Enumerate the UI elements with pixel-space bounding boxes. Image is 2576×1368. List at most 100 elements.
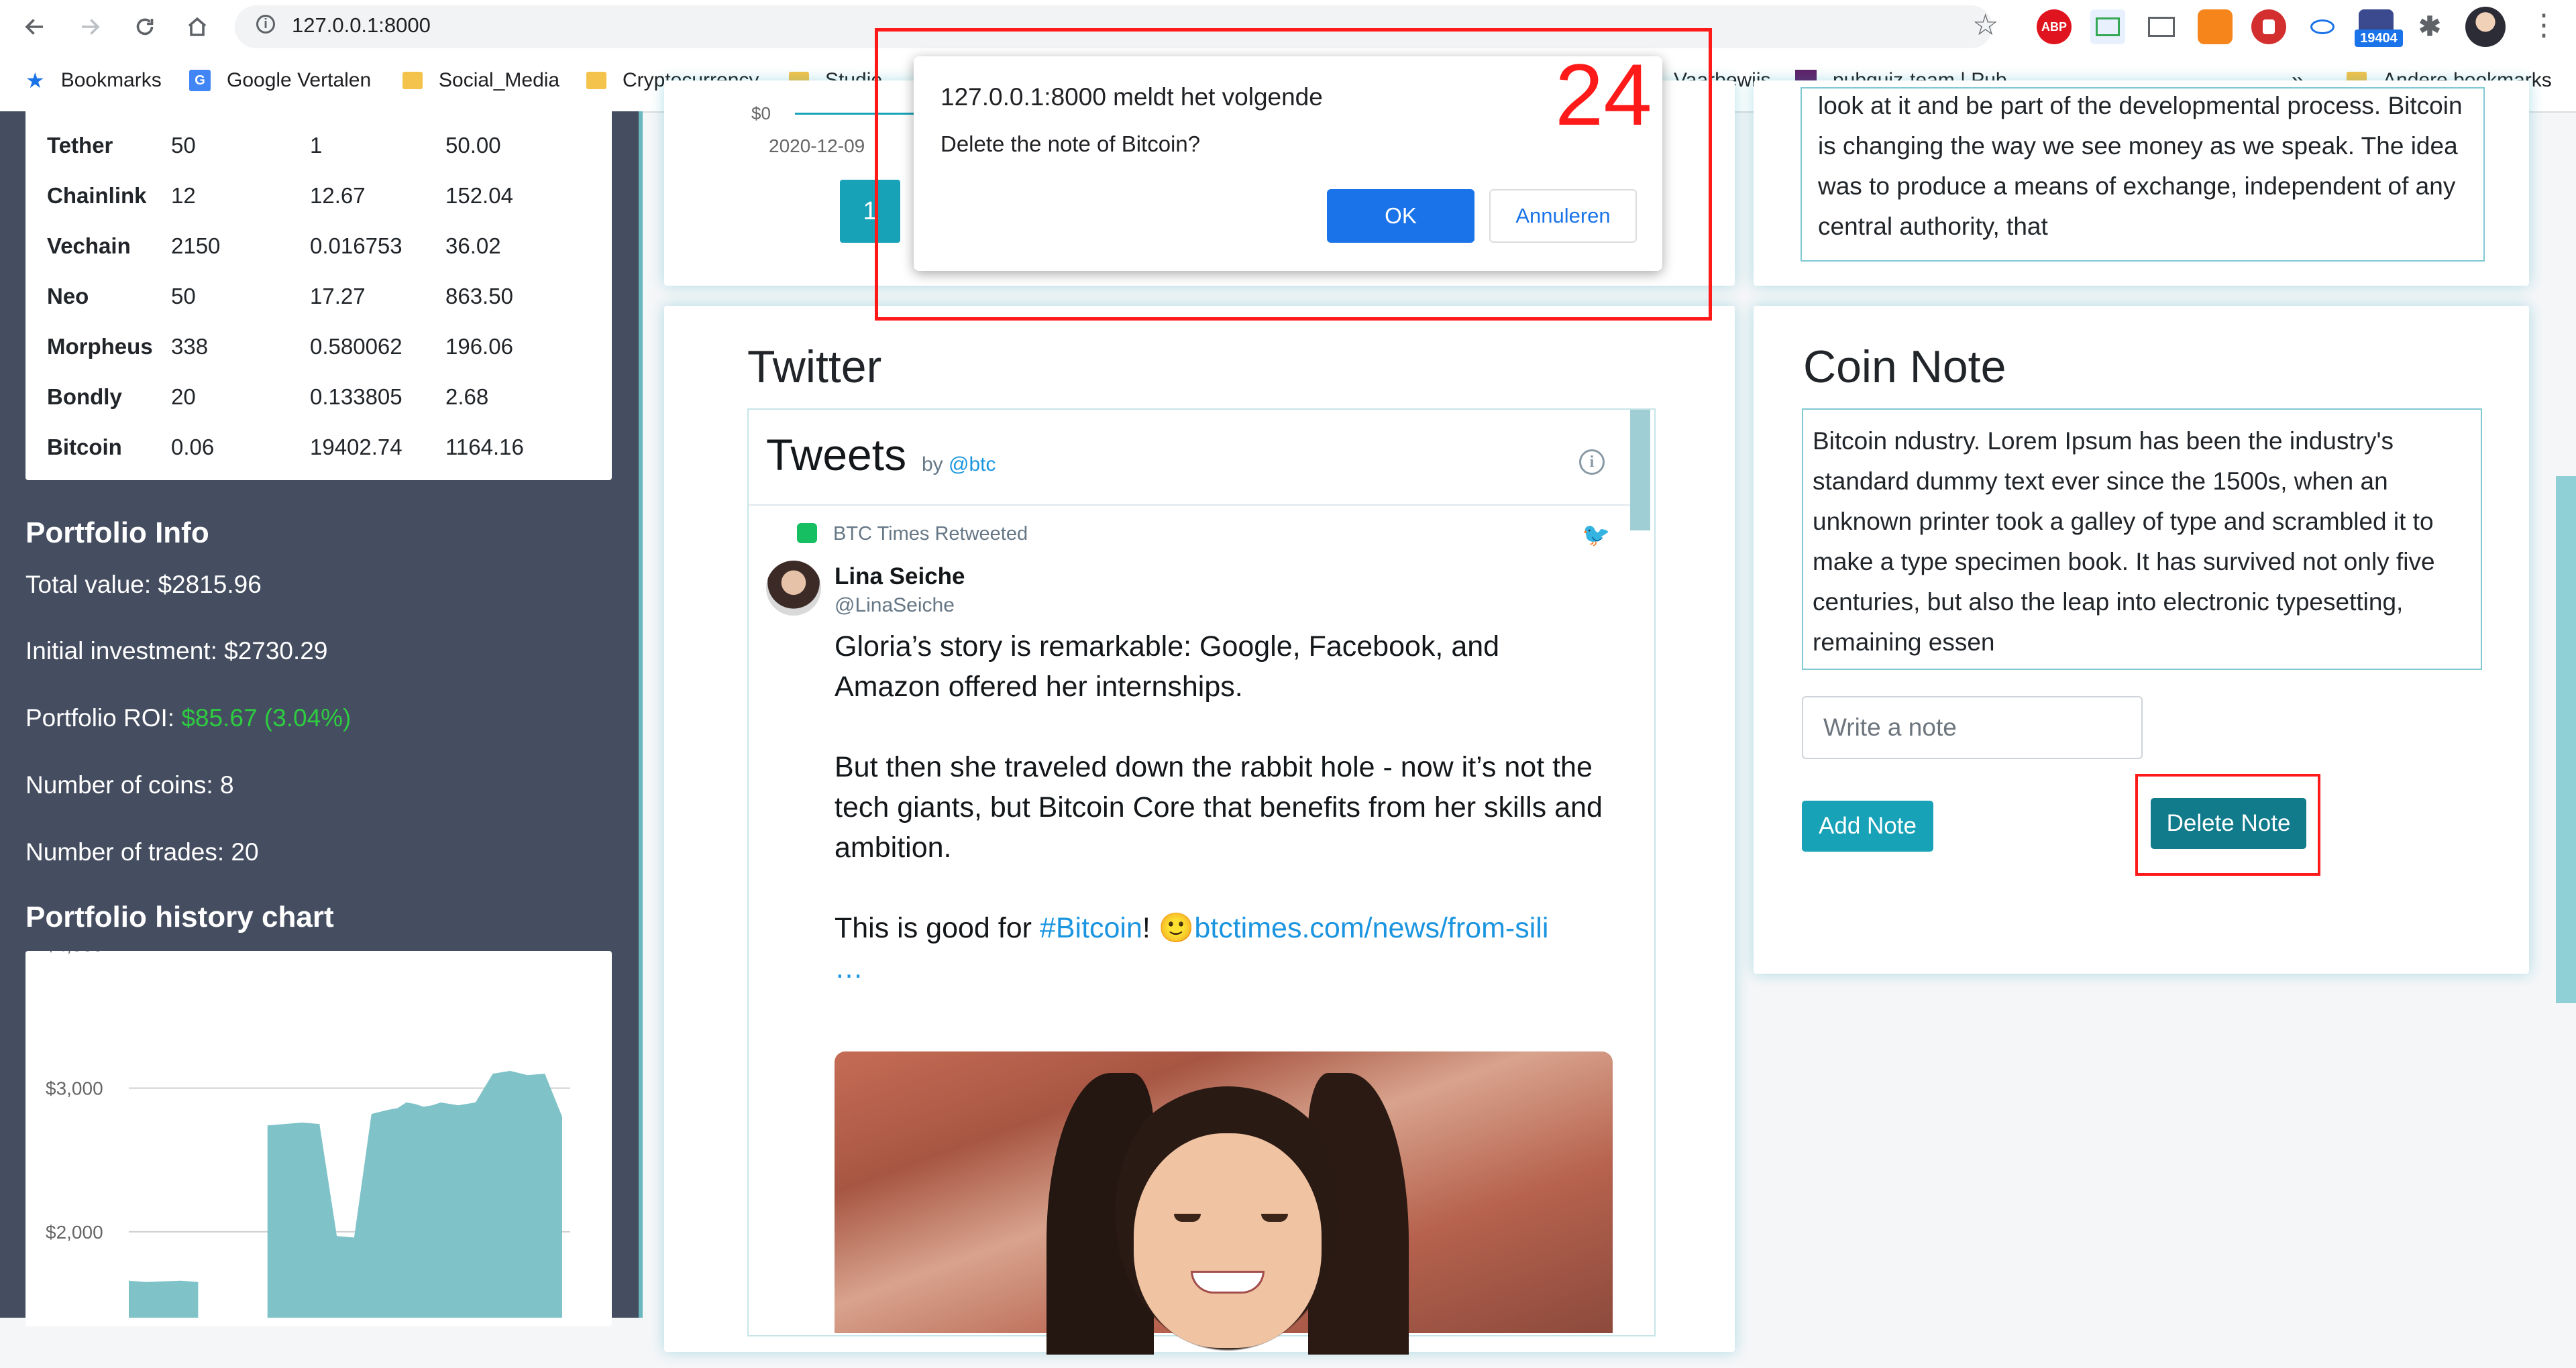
tweet-text: ! (1142, 912, 1159, 944)
roi-label: Portfolio ROI: (25, 704, 182, 732)
author-name[interactable]: Lina Seiche (835, 563, 965, 590)
back-icon[interactable] (16, 8, 54, 46)
bookmarks-star-icon: ★ (25, 68, 45, 93)
step-number: 24 (1555, 46, 1652, 144)
info-circle-icon[interactable]: i (1579, 449, 1605, 475)
timeline-title: Tweets (766, 430, 907, 479)
extension-screen-icon[interactable] (2090, 9, 2125, 44)
note-input[interactable] (1802, 696, 2143, 759)
coin-amount: 0.06 (171, 435, 215, 459)
coin-amount: 20 (171, 384, 196, 409)
bookmark-star-icon[interactable]: ☆ (1972, 11, 1998, 40)
portfolio-info-heading: Portfolio Info (25, 516, 209, 549)
coin-price: 0.580062 (310, 334, 402, 359)
description-text: look at it and be part of the developmen… (1818, 92, 2463, 240)
coin-price: 0.016753 (310, 233, 402, 258)
axis-zero-label: $0 (751, 103, 771, 123)
coin-amount: 50 (171, 133, 196, 158)
table-row: Chainlink 12 12.67 152.04 (47, 178, 584, 213)
coin-name: Vechain (47, 233, 131, 258)
folder-icon (402, 72, 423, 89)
coin-value: 196.06 (445, 334, 513, 359)
timeline-divider (749, 504, 1630, 506)
total-value: Total value: $2815.96 (25, 571, 262, 598)
home-icon[interactable] (178, 8, 216, 46)
twitter-bird-icon[interactable]: 🐦 (1582, 522, 1610, 549)
chart-area-series (129, 1280, 199, 1318)
bookmark-social-media[interactable]: Social_Media (402, 64, 559, 97)
tweet-url-link[interactable]: btctimes.com/news/from-sili (1194, 912, 1548, 944)
extension-badge: 19404 (2355, 30, 2403, 47)
url-text[interactable]: 127.0.0.1:8000 (292, 13, 431, 38)
number-of-coins: Number of coins: 8 (25, 771, 234, 799)
coin-price: 17.27 (310, 284, 366, 308)
mail-icon[interactable] (2144, 9, 2179, 44)
coin-note-heading: Coin Note (1803, 341, 2006, 392)
coin-value: 50.00 (445, 133, 501, 158)
hashtag-link[interactable]: #Bitcoin (1040, 912, 1142, 944)
browser-menu-icon[interactable]: ⋮ (2529, 9, 2559, 42)
extensions-puzzle-icon[interactable]: ✱ (2412, 9, 2447, 44)
bookmark-bookmarks[interactable]: ★ Bookmarks (25, 64, 162, 97)
y-tick-label: $2,000 (46, 1222, 103, 1243)
adblock-icon[interactable]: ABP (2037, 9, 2072, 44)
coin-price: 0.133805 (310, 384, 402, 409)
initial-investment: Initial investment: $2730.29 (25, 637, 328, 665)
profile-avatar[interactable] (2465, 7, 2506, 47)
tweet-paragraph-1: Gloria’s story is remarkable: Google, Fa… (835, 630, 1500, 703)
info-icon[interactable]: i (256, 15, 275, 34)
table-row: Neo 50 17.27 863.50 (47, 279, 584, 314)
author-handle[interactable]: @LinaSeiche (835, 594, 955, 617)
eye-icon[interactable] (2305, 9, 2340, 44)
coin-amount: 50 (171, 284, 196, 308)
y-tick-label: $4,000 (46, 951, 103, 955)
coin-value: 863.50 (445, 284, 513, 308)
retweet-label: BTC Times Retweeted (833, 523, 1028, 545)
tweet-image-detail (1174, 1214, 1201, 1222)
tweet-paragraph-3: This is good for #Bitcoin! 🙂btctimes.com… (835, 908, 1606, 988)
retweet-icon (797, 523, 817, 543)
tweet-image-detail (1191, 1271, 1265, 1294)
note-text: Bitcoin ndustry. Lorem Ipsum has been th… (1813, 427, 2435, 656)
tweet-url-ellipsis[interactable]: … (835, 952, 863, 984)
table-row: Morpheus 338 0.580062 196.06 (47, 329, 584, 364)
folder-icon (586, 72, 606, 89)
table-row: Bitcoin 0.06 19402.74 1164.16 (47, 430, 584, 465)
coin-name: Neo (47, 284, 89, 308)
timeline-handle-link[interactable]: @btc (949, 453, 996, 475)
smile-emoji-icon: 🙂 (1158, 912, 1195, 944)
page-scrollbar[interactable] (2556, 476, 2576, 1003)
coin-price: 19402.74 (310, 435, 402, 459)
forward-icon[interactable] (71, 8, 109, 46)
sidebar-divider (639, 111, 643, 1318)
metamask-icon[interactable] (2198, 9, 2233, 44)
coin-value: 2.68 (445, 384, 489, 409)
coin-name: Tether (47, 133, 113, 158)
table-row: Vechain 2150 0.016753 36.02 (47, 229, 584, 264)
delete-button-highlight (2135, 774, 2320, 876)
table-row: Bondly 20 0.133805 2.68 (47, 380, 584, 414)
add-note-button[interactable]: Add Note (1802, 801, 1933, 852)
coin-name: Bondly (47, 384, 122, 409)
google-translate-icon: G (189, 70, 211, 91)
coin-value: 36.02 (445, 233, 501, 258)
portfolio-history-chart: $4,000 $3,000 $2,000 (46, 951, 570, 1318)
timeline-byline: by @btc (922, 453, 996, 476)
axis-date-label: 2020-12-09 (769, 135, 865, 156)
y-tick-label: $3,000 (46, 1078, 103, 1099)
coin-name: Bitcoin (47, 435, 122, 459)
coin-name: Morpheus (47, 334, 153, 359)
tweet-text: This is good for (835, 912, 1040, 944)
coin-amount: 12 (171, 183, 196, 208)
chart-area-series (267, 1070, 562, 1318)
timeline-scrollbar[interactable] (1630, 410, 1650, 530)
coin-name: Chainlink (47, 183, 147, 208)
portfolio-history-heading: Portfolio history chart (25, 901, 334, 933)
reload-icon[interactable] (126, 8, 164, 46)
tweet-paragraph-2: But then she traveled down the rabbit ho… (835, 751, 1603, 864)
author-avatar[interactable] (766, 561, 821, 616)
tweet-image-detail (1261, 1214, 1288, 1222)
privacy-extension-icon[interactable] (2251, 9, 2286, 44)
bookmark-google-vertalen[interactable]: G Google Vertalen (189, 64, 371, 97)
adblock-label: ABP (2041, 19, 2067, 34)
